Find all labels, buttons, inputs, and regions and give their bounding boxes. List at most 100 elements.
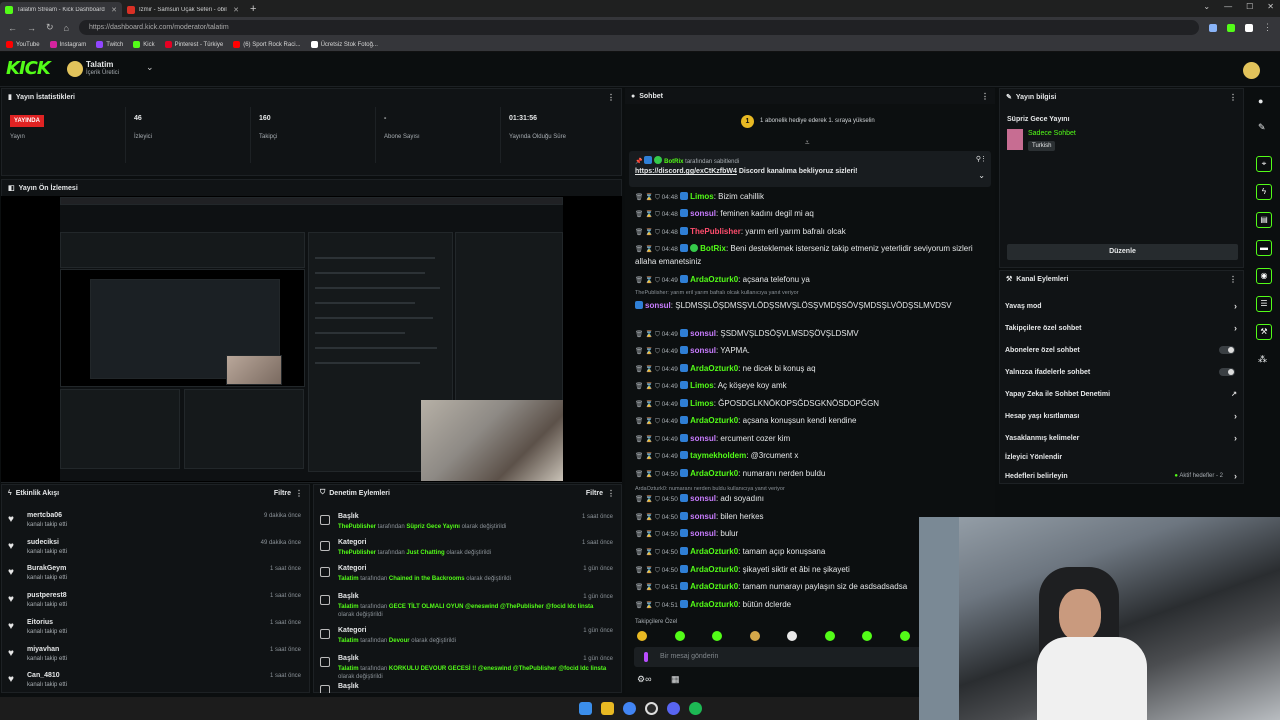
- bookmark-sport-rock[interactable]: (6) Sport Rock Raci...: [233, 41, 301, 48]
- back-icon[interactable]: ←: [8, 23, 17, 33]
- mod-tools-icon[interactable]: 🗑 ⌛ ⛉: [635, 567, 662, 574]
- activity-item[interactable]: ♥ Eitorius kanalı takip etti 1 saat önce: [2, 616, 309, 642]
- url-input[interactable]: https://dashboard.kick.com/moderator/tal…: [78, 20, 1199, 35]
- emote-icon[interactable]: [825, 631, 835, 641]
- bookmark-stock-photo[interactable]: Ücretsiz Stok Fotoğ...: [310, 41, 378, 48]
- profile-icon[interactable]: [1245, 23, 1253, 32]
- mod-tools-icon[interactable]: 🗑 ⌛ ⛉: [635, 348, 662, 355]
- mic-icon[interactable]: [644, 652, 648, 662]
- info-circle-icon[interactable]: ●: [1258, 96, 1263, 106]
- activity-item[interactable]: ♥ miyavhan kanalı takip etti 1 saat önce: [2, 643, 309, 669]
- discord-icon[interactable]: [667, 702, 680, 715]
- chat-bubble-icon[interactable]: ▬: [1256, 240, 1272, 256]
- chevron-down-icon[interactable]: ⌄: [146, 62, 154, 73]
- emotes-only-toggle[interactable]: [1219, 368, 1235, 376]
- chat-username[interactable]: ArdaOzturk0: [690, 582, 738, 591]
- chat-username[interactable]: sonsul: [690, 434, 716, 443]
- activity-item[interactable]: ♥ sudeciksi kanalı takip etti 49 dakika önc…: [2, 536, 309, 562]
- action-ai-moderation[interactable]: Yapay Zeka ile Sohbet Denetimi ↗: [1000, 384, 1245, 404]
- channel-name[interactable]: Talatim: [86, 60, 113, 69]
- mod-tools-icon[interactable]: 🗑 ⌛ ⛉: [635, 584, 662, 591]
- scene-icon[interactable]: ⌖: [1256, 156, 1272, 172]
- mod-tools-icon[interactable]: 🗑 ⌛ ⛉: [635, 549, 662, 556]
- category-link[interactable]: Sadece Sohbet: [1028, 130, 1076, 137]
- chat-message[interactable]: 🗑 ⌛ ⛉ 04:49 ArdaOzturk0: açsana telefonu…: [635, 274, 990, 287]
- chat-message[interactable]: 🗑 ⌛ ⛉ 04:49 sonsul: ŞSDMVŞLDSÖŞVLMSDŞÖVŞ…: [635, 328, 990, 341]
- spotify-icon[interactable]: [689, 702, 702, 715]
- mod-tools-icon[interactable]: 🗑 ⌛ ⛉: [635, 436, 662, 443]
- menu-icon[interactable]: ⋮: [1263, 22, 1272, 33]
- close-tab-icon[interactable]: ✕: [233, 6, 239, 14]
- close-tab-icon[interactable]: ✕: [111, 6, 117, 14]
- mod-filter-button[interactable]: Filtre: [586, 490, 603, 497]
- action-slow-mode[interactable]: Yavaş mod ›: [1000, 296, 1245, 316]
- chat-username[interactable]: ArdaOzturk0: [690, 565, 738, 574]
- chat-message[interactable]: 🗑 ⌛ ⛉ 04:48 ThePublisher: yarım eril yar…: [635, 226, 990, 239]
- mod-tools-icon[interactable]: 🗑 ⌛ ⛉: [635, 453, 662, 460]
- bolt-icon[interactable]: ϟ: [1256, 184, 1272, 200]
- emote-icon[interactable]: [637, 631, 647, 641]
- activity-filter-button[interactable]: Filtre: [274, 490, 291, 497]
- bookmark-pinterest[interactable]: Pinterest - Türkiye: [164, 41, 223, 48]
- reload-icon[interactable]: ↻: [46, 22, 54, 33]
- broadcast-icon[interactable]: ◉: [1256, 268, 1272, 284]
- channel-avatar[interactable]: [67, 61, 83, 77]
- chat-username[interactable]: ThePublisher: [690, 227, 741, 236]
- chat-username[interactable]: sonsul: [690, 329, 716, 338]
- chat-message[interactable]: 🗑 ⌛ ⛉ 04:49 Limos: Aç köşeye koy amk: [635, 380, 990, 393]
- chat-message[interactable]: 🗑 ⌛ ⛉ 04:48 BotRix: Beni desteklemek ist…: [635, 243, 990, 268]
- chat-username[interactable]: ArdaOzturk0: [690, 547, 738, 556]
- action-goals[interactable]: Hedefleri belirleyin ● Aktif hedefler - 2…: [1000, 466, 1245, 486]
- windows-start-icon[interactable]: [579, 702, 592, 715]
- pencil-icon[interactable]: ✎: [1258, 122, 1266, 133]
- extension-icon[interactable]: [1209, 23, 1217, 32]
- subs-only-toggle[interactable]: [1219, 346, 1235, 354]
- obs-icon[interactable]: [645, 702, 658, 715]
- chat-message[interactable]: 🗑 ⌛ ⛉ 04:48 Limos: Bizim cahillik: [635, 191, 990, 204]
- action-account-age[interactable]: Hesap yaşı kısıtlaması ›: [1000, 406, 1245, 426]
- mod-tools-icon[interactable]: 🗑 ⌛ ⛉: [635, 246, 662, 253]
- close-window-icon[interactable]: ✕: [1267, 2, 1274, 11]
- emote-icon[interactable]: [675, 631, 685, 641]
- activity-item[interactable]: ♥ pustperest8 kanalı takip etti 1 saat önce: [2, 589, 309, 615]
- chat-username[interactable]: sonsul: [690, 512, 716, 521]
- edit-button[interactable]: Düzenle: [1007, 244, 1238, 260]
- chat-username[interactable]: Limos: [690, 399, 714, 408]
- chat-message[interactable]: 🗑 ⌛ ⛉ 04:48 sonsul: feminen kadını degil…: [635, 208, 990, 221]
- chat-username[interactable]: taymekholdem: [690, 451, 746, 460]
- mod-tools-icon[interactable]: 🗑 ⌛ ⛉: [635, 514, 662, 521]
- emote-icon[interactable]: [900, 631, 910, 641]
- mod-tools-icon[interactable]: 🗑 ⌛ ⛉: [635, 531, 662, 538]
- mod-tools-icon[interactable]: 🗑 ⌛ ⛉: [635, 211, 662, 218]
- chrome-icon[interactable]: [623, 702, 636, 715]
- bookmark-youtube[interactable]: YouTube: [6, 41, 40, 48]
- emote-icon[interactable]: [712, 631, 722, 641]
- mod-tools-icon[interactable]: 🗑 ⌛ ⛉: [635, 383, 662, 390]
- chat-message[interactable]: 🗑 ⌛ ⛉ 04:50 sonsul: adı soyadını: [635, 493, 990, 506]
- chat-settings-icon[interactable]: ⚙∞: [637, 674, 651, 685]
- extension-icon[interactable]: [1227, 23, 1235, 32]
- chat-message[interactable]: 🗑 ⌛ ⛉ 04:49 taymekholdem: @3rcument x: [635, 450, 990, 463]
- browser-tab-kick[interactable]: Talatim Stream - Kick Dashboard ✕: [0, 2, 122, 17]
- mod-tools-icon[interactable]: 🗑 ⌛ ⛉: [635, 229, 662, 236]
- action-subs-only[interactable]: Abonelere özel sohbet: [1000, 340, 1245, 360]
- mod-tools-icon[interactable]: 🗑 ⌛ ⛉: [635, 277, 662, 284]
- mod-tools-icon[interactable]: 🗑 ⌛ ⛉: [635, 194, 662, 201]
- home-icon[interactable]: ⌂: [64, 23, 69, 33]
- mod-tools-icon[interactable]: 🗑 ⌛ ⛉: [635, 496, 662, 503]
- chat-message[interactable]: 🗑 ⌛ ⛉ 04:49 sonsul: ercument cozer kim: [635, 433, 990, 446]
- chat-message[interactable]: 🗑 ⌛ ⛉ 04:49 ArdaOzturk0: açsana konuşsun…: [635, 415, 990, 428]
- mod-tools-icon[interactable]: 🗑 ⌛ ⛉: [635, 366, 662, 373]
- emote-icon[interactable]: [750, 631, 760, 641]
- chat-username[interactable]: Limos: [690, 381, 714, 390]
- browser-tab-obilet[interactable]: İzmir - Samsun Uçak Seferi - obil ✕: [122, 2, 244, 17]
- mod-tools-icon[interactable]: 🗑 ⌛ ⛉: [635, 418, 662, 425]
- maximize-icon[interactable]: ☐: [1246, 2, 1253, 11]
- user-avatar[interactable]: [1243, 62, 1260, 79]
- mod-tools-icon[interactable]: 🗑 ⌛ ⛉: [635, 331, 662, 338]
- chat-username[interactable]: sonsul: [690, 346, 716, 355]
- list-icon[interactable]: ☰: [1256, 296, 1272, 312]
- wrench-icon[interactable]: ⚒: [1256, 324, 1272, 340]
- emote-icon[interactable]: [862, 631, 872, 641]
- mod-tools-icon[interactable]: 🗑 ⌛ ⛉: [635, 471, 662, 478]
